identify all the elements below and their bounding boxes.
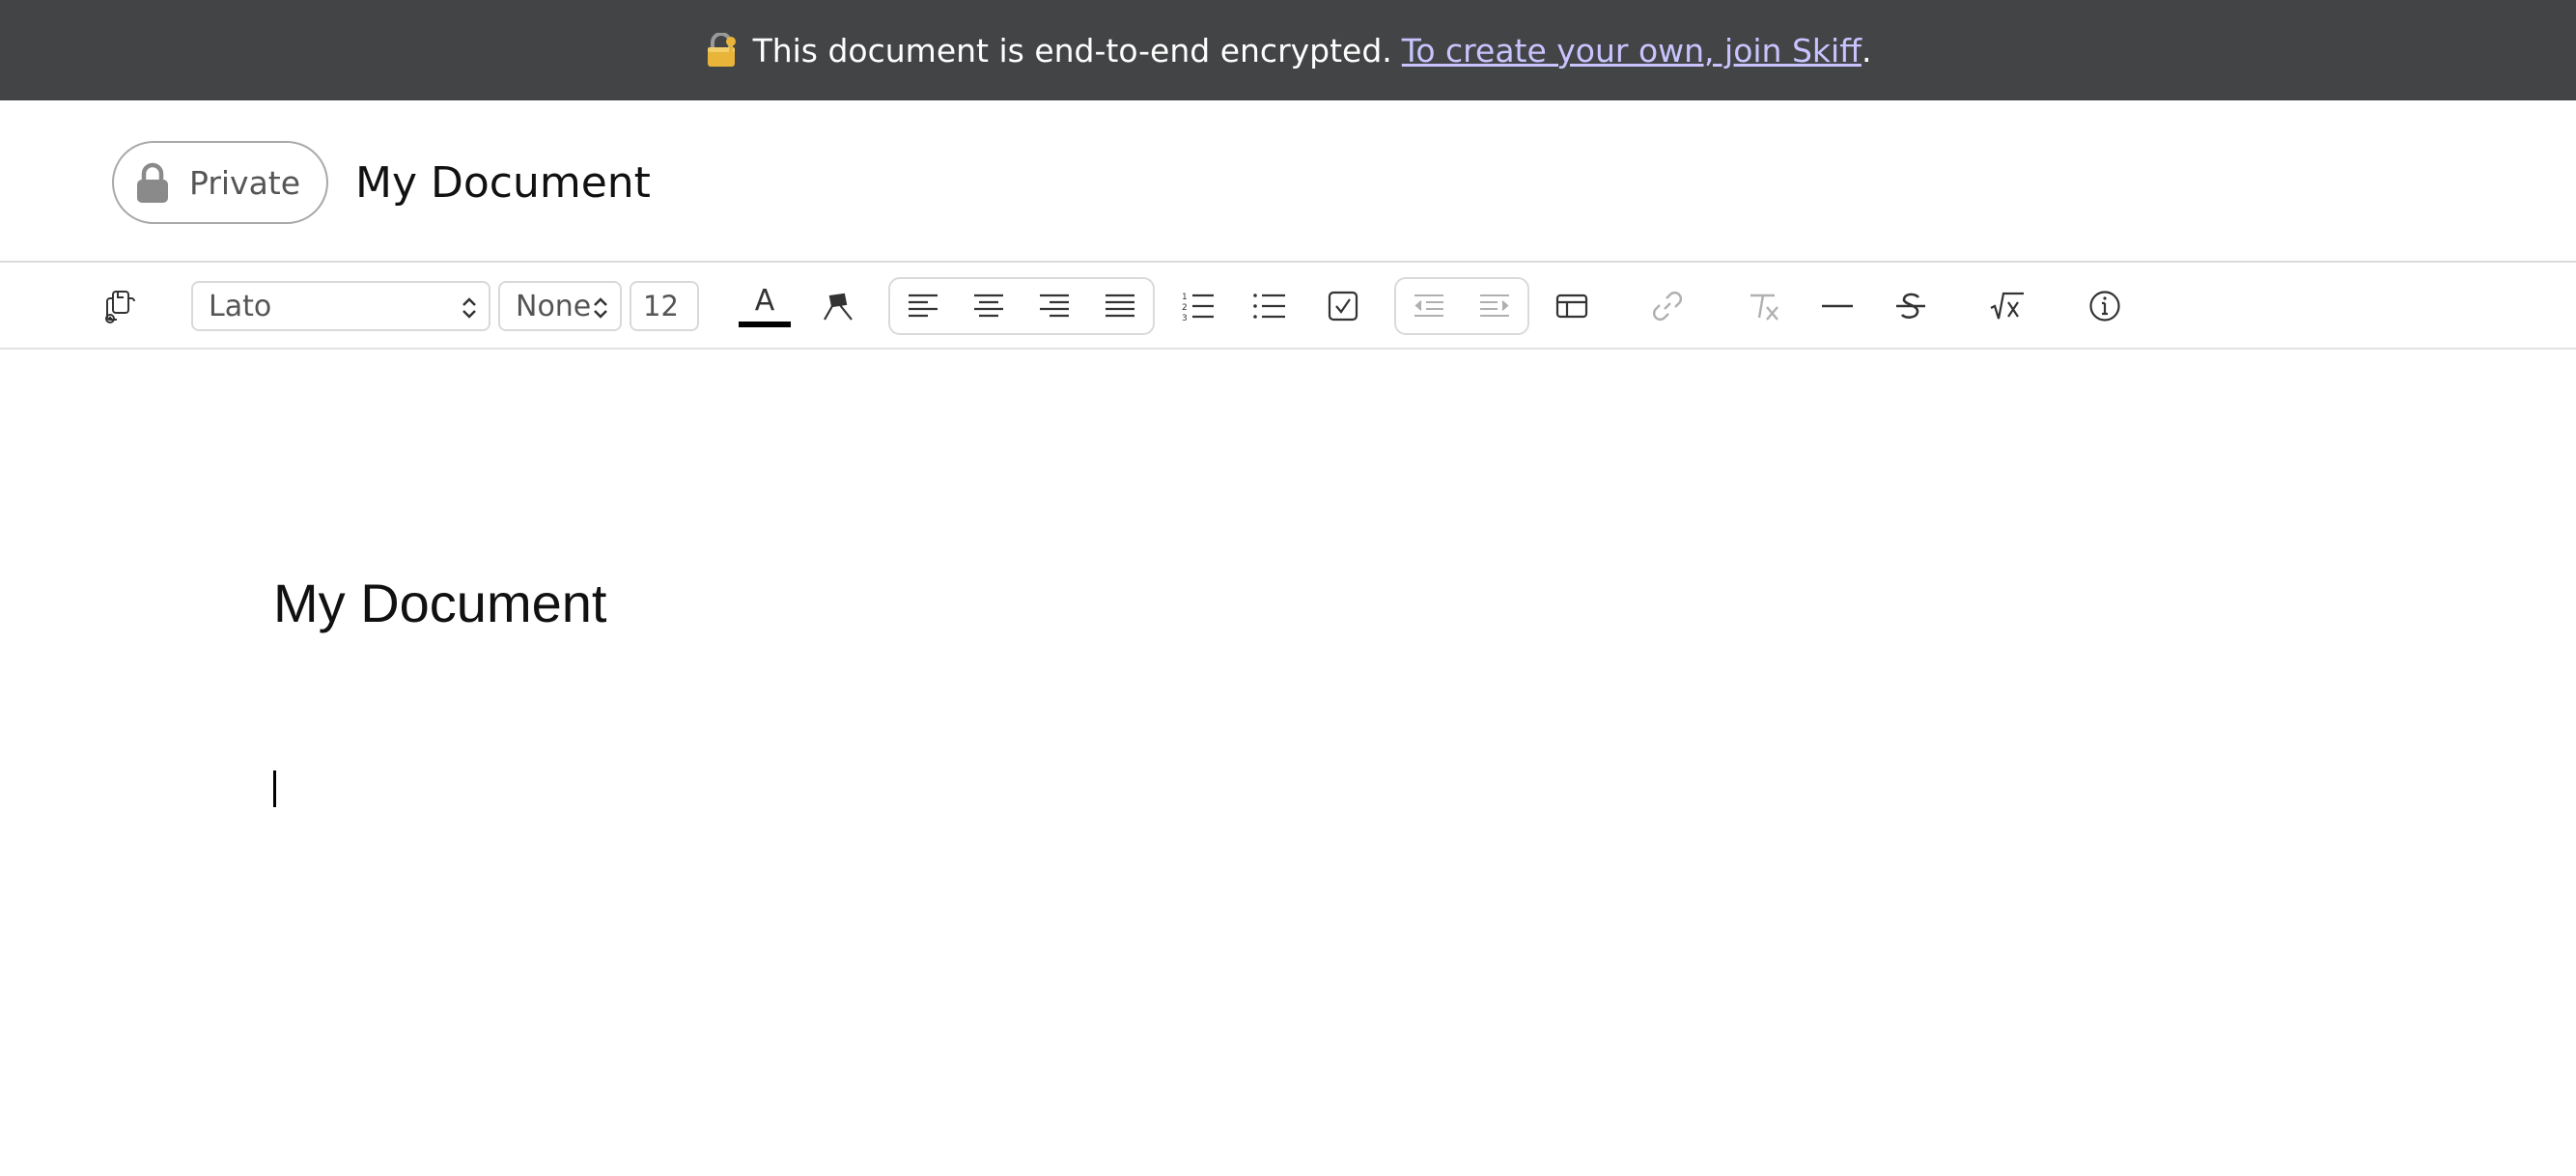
formatting-toolbar: Lato None 12 A 1 2 3	[0, 263, 2576, 350]
document-header: Private My Document	[0, 100, 2576, 263]
link-icon[interactable]	[1649, 287, 1686, 325]
ordered-list-icon[interactable]: 1 2 3	[1180, 287, 1217, 325]
text-caret	[273, 770, 276, 807]
svg-text:1: 1	[1182, 293, 1188, 302]
heading-style-value: None	[516, 289, 592, 323]
align-right-icon[interactable]	[1037, 289, 1072, 323]
text-color-swatch	[739, 322, 791, 327]
text-color-button[interactable]: A	[738, 280, 792, 332]
font-family-value: Lato	[209, 289, 272, 323]
info-icon[interactable]	[2086, 287, 2124, 325]
horizontal-rule-icon[interactable]	[1819, 287, 1856, 325]
bullet-list-icon[interactable]	[1251, 287, 1288, 325]
svg-text:2: 2	[1182, 303, 1188, 313]
svg-text:3: 3	[1182, 314, 1188, 322]
math-equation-icon[interactable]	[1987, 287, 2028, 325]
heading-style-select[interactable]: None	[498, 281, 622, 331]
banner-period: .	[1861, 31, 1872, 70]
duplicate-document-icon[interactable]	[100, 285, 139, 327]
table-icon[interactable]	[1554, 289, 1589, 323]
encryption-banner: This document is end-to-end encrypted. T…	[0, 0, 2576, 100]
locked-with-key-icon	[705, 32, 738, 68]
select-arrows-icon	[591, 294, 610, 329]
align-center-icon[interactable]	[971, 289, 1006, 323]
lock-icon	[135, 161, 170, 204]
document-title[interactable]: My Document	[355, 158, 651, 208]
outdent-icon[interactable]	[1412, 289, 1446, 323]
indent-icon[interactable]	[1477, 289, 1512, 323]
align-left-icon[interactable]	[906, 289, 940, 323]
checklist-icon[interactable]	[1325, 287, 1361, 325]
clear-formatting-icon[interactable]	[1746, 287, 1782, 325]
font-family-select[interactable]: Lato	[191, 281, 490, 331]
banner-text: This document is end-to-end encrypted.	[752, 31, 1392, 70]
text-color-glyph: A	[754, 284, 775, 318]
join-skiff-link[interactable]: To create your own, join Skiff	[1402, 32, 1862, 70]
align-justify-icon[interactable]	[1103, 289, 1137, 323]
highlight-icon[interactable]	[817, 286, 859, 328]
strikethrough-icon[interactable]	[1892, 287, 1929, 325]
editor-document-title[interactable]: My Document	[273, 572, 606, 634]
select-arrows-icon	[460, 294, 479, 329]
privacy-button[interactable]: Private	[112, 141, 328, 224]
font-size-input[interactable]: 12	[630, 281, 699, 331]
privacy-label: Private	[189, 163, 301, 202]
